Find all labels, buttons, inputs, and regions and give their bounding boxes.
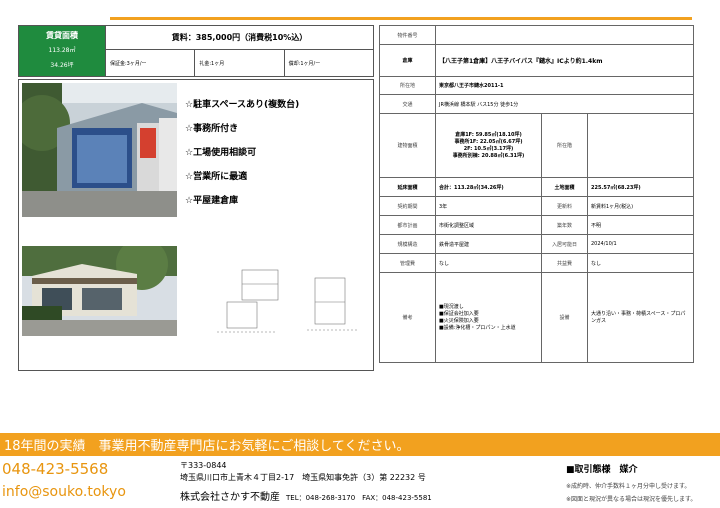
company-info: 株式会社さかす不動産 TEL：048-268-3170 FAX：048-423-5… [180,488,432,503]
amortization: 償却:1ヶ月/ー [288,60,321,67]
feature-list: ☆駐車スペースあり(複数台) ☆事務所付き ☆工場使用相談可 ☆営業所に最適 ☆… [185,97,299,217]
property-title: 【八王子第1倉庫】八王子バイパス『鑓水』ICより約1.4km [434,44,695,77]
zoning-label: 都市計画 [379,215,436,235]
property-no [434,25,695,45]
area-tsubo: 34.26坪 [50,62,74,69]
fee-note: ※成約時、仲介手数料１ヶ月分申し受けます。 [566,483,691,490]
remark-item: ■設備:浄化槽・プロパン・上水道 [439,324,516,331]
built-label: 築年数 [541,215,588,235]
building-area-line: 事務所別棟: 20.88㎡(6.31坪) [452,152,525,159]
mgmt-fee-label: 管理費 [379,253,436,273]
zoning: 市街化調整区域 [435,215,542,235]
remark-item: ■保証会社加入要 [439,310,479,317]
building-area-line: 2F: 10.5㎡(3.17坪) [463,145,514,152]
key-money: 礼金:1ヶ月 [195,50,285,76]
rental-area-cell: 賃貸面積 113.28㎡ 34.26坪 [19,26,106,76]
building-area: 倉庫1F: 59.85㎡(18.10坪) 事務所1F: 22.05㎡(6.67坪… [435,113,542,178]
building-area-label: 建物面積 [379,113,436,178]
building-area-line: 事務所1F: 22.05㎡(6.67坪) [454,138,523,145]
remarks-label: 備考 [379,272,436,363]
available-date: 2024/10/1 [586,234,695,254]
common-fee-label: 共益費 [541,253,588,273]
common-fee: なし [586,253,695,273]
land-area-label: 土地面積 [541,177,588,197]
tel-fax: TEL：048-268-3170 FAX：048-423-5581 [286,494,432,502]
location-label: 所在地 [379,76,436,95]
structure: 鉄骨造平屋建 [435,234,542,254]
postal-code: 〒333-0844 [180,461,227,470]
equipment-label: 設備 [541,272,588,363]
floor-label: 所在階 [541,113,588,178]
equipment: 大通り沿い・事務・荷積スペース・プロパンガス [586,272,695,363]
property-info-table: 物件番号 倉庫 【八王子第1倉庫】八王子バイパス『鑓水』ICより約1.4km 所… [379,25,695,363]
renewal: 新賃料1ヶ月(税込) [586,196,695,216]
available-label: 入居可能日 [541,234,588,254]
location: 東京都八王子市鑓水2011-1 [434,76,695,95]
office-photo [22,246,177,336]
floor [586,113,695,178]
feature-item: ☆工場使用相談可 [185,148,257,158]
building-area-line: 倉庫1F: 59.85㎡(18.10坪) [455,131,522,138]
total-area: 合計：113.28㎡(34.26坪) [435,177,542,197]
rent-price: 賃料：385,000円（消費税10%込） [106,26,373,50]
land-area: 225.57㎡(68.23坪) [586,177,695,197]
transport-label: 交通 [379,94,436,114]
contract-label: 契約期間 [379,196,436,216]
feature-item: ☆平屋建倉庫 [185,196,239,206]
remark-item: ■火災保険加入要 [439,317,479,324]
address-license: 埼玉県川口市上青木４丁目2-17 埼玉県知事免許（3）第 22232 号 [180,473,426,482]
transport: JR横浜線 橋本駅 バス15分 徒歩1分 [434,94,695,114]
property-type: 倉庫 [379,44,436,77]
top-accent-rule [110,17,692,20]
feature-item: ☆駐車スペースあり(複数台) [185,100,300,110]
contract: 3年 [435,196,542,216]
renewal-label: 更新料 [541,196,588,216]
area-sqm: 113.28㎡ [48,47,76,54]
property-visuals: ☆駐車スペースあり(複数台) ☆事務所付き ☆工場使用相談可 ☆営業所に最適 ☆… [18,79,374,371]
feature-item: ☆事務所付き [185,124,239,134]
structure-label: 規模構造 [379,234,436,254]
remarks: ■現況渡し ■保証会社加入要 ■火災保険加入要 ■設備:浄化槽・プロパン・上水道 [435,272,542,363]
area-label: 賃貸面積 [46,31,78,40]
floor-plan-drawing [217,268,367,338]
phone-number[interactable]: 048-423-5568 [2,460,108,478]
mgmt-fee: なし [435,253,542,273]
total-area-label: 延床面積 [379,177,436,197]
deposit: 保証金:3ヶ月/ー [106,50,196,76]
built: 不明 [586,215,695,235]
email-address[interactable]: info@souko.tokyo [2,484,126,500]
drawing-note: ※図面と現況が異なる場合は現況を優先します。 [566,496,697,503]
footer-banner: 18年間の実績 事業用不動産専門店にお気軽にご相談してください。 [0,433,720,456]
transaction-type: ■取引態様 媒介 [566,465,638,475]
warehouse-photo [22,83,177,217]
remark-item: ■現況渡し [439,303,464,310]
company-name: 株式会社さかす不動産 [180,492,280,503]
rent-summary: 賃貸面積 113.28㎡ 34.26坪 賃料：385,000円（消費税10%込）… [18,25,374,77]
feature-item: ☆営業所に最適 [185,172,248,182]
property-no-label: 物件番号 [379,25,436,45]
